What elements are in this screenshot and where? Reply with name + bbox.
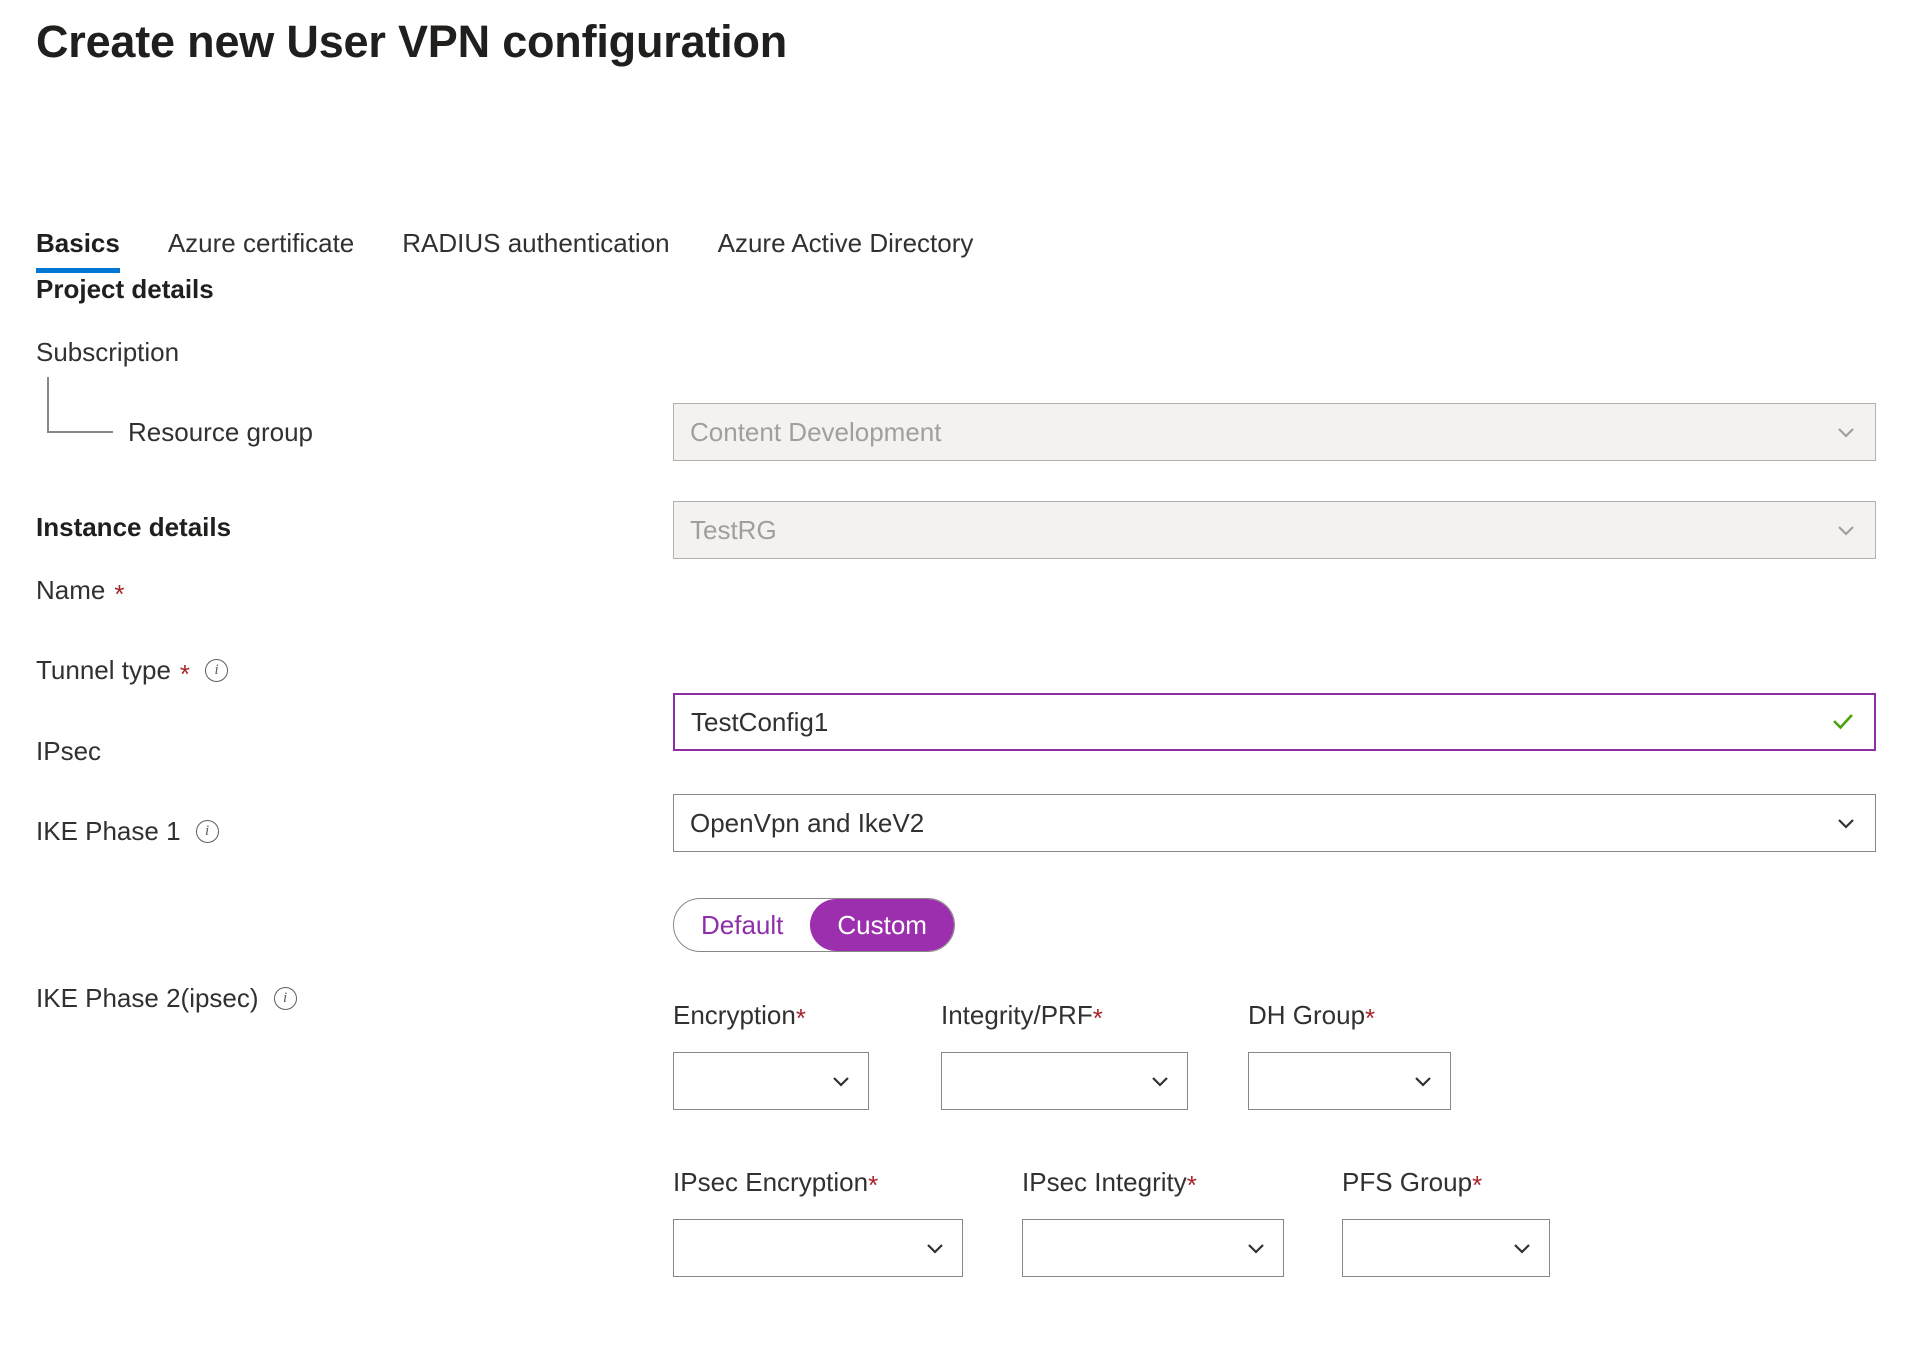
label-ike-phase-2: IKE Phase 2(ipsec) i [36, 983, 297, 1014]
label-integrity-prf: Integrity/PRF* [941, 1000, 1103, 1031]
subscription-label-text: Subscription [36, 337, 180, 367]
name-input[interactable]: TestConfig1 [673, 693, 1876, 751]
ipsec-integrity-label-text: IPsec Integrity [1022, 1167, 1187, 1197]
required-asterisk: * [114, 578, 125, 609]
label-tunnel-type: Tunnel type * i [36, 655, 229, 689]
required-asterisk: * [1472, 1170, 1483, 1200]
ipsec-label-text: IPsec [36, 736, 102, 766]
chevron-down-icon [1415, 1077, 1431, 1087]
label-ike-phase-1: IKE Phase 1 i [36, 816, 219, 847]
encryption-dropdown[interactable] [673, 1052, 869, 1110]
ipsec-toggle-custom[interactable]: Custom [810, 899, 954, 951]
required-asterisk: * [1092, 1003, 1103, 1033]
dh-group-dropdown[interactable] [1248, 1052, 1451, 1110]
chevron-down-icon [1838, 428, 1854, 438]
label-subscription: Subscription [36, 337, 179, 368]
resource-group-value: TestRG [690, 514, 777, 545]
section-heading-instance-details: Instance details [36, 512, 232, 542]
ike-phase-1-label-text: IKE Phase 1 [36, 816, 181, 846]
label-dh-group: DH Group* [1248, 1000, 1375, 1031]
chevron-down-icon [927, 1244, 943, 1254]
info-icon[interactable]: i [273, 987, 297, 1010]
ipsec-encryption-dropdown[interactable] [673, 1219, 963, 1277]
chevron-down-icon [1838, 819, 1854, 829]
tab-azure-active-directory[interactable]: Azure Active Directory [718, 228, 1004, 273]
checkmark-icon [1833, 714, 1853, 730]
tunnel-type-label-text: Tunnel type [36, 655, 171, 685]
create-user-vpn-configuration-page: Create new User VPN configuration Basics… [0, 0, 1929, 1354]
chevron-down-icon [833, 1077, 849, 1087]
name-value: TestConfig1 [691, 706, 829, 737]
required-asterisk: * [1365, 1003, 1376, 1033]
section-heading-project-details: Project details [36, 274, 214, 304]
chevron-down-icon [1838, 526, 1854, 536]
subscription-dropdown[interactable]: Content Development [673, 403, 1876, 461]
label-pfs-group: PFS Group* [1342, 1167, 1482, 1198]
required-asterisk: * [1186, 1170, 1197, 1200]
required-asterisk: * [179, 658, 191, 689]
name-label-text: Name [36, 575, 106, 605]
integrity-prf-label-text: Integrity/PRF [941, 1000, 1093, 1030]
label-resource-group: Resource group [128, 417, 313, 448]
label-name: Name * [36, 575, 125, 609]
tree-connector-line [47, 377, 113, 433]
label-ipsec-encryption: IPsec Encryption* [673, 1167, 878, 1198]
ipsec-encryption-label-text: IPsec Encryption [673, 1167, 869, 1197]
subscription-value: Content Development [690, 416, 942, 447]
tab-azure-certificate[interactable]: Azure certificate [168, 228, 384, 273]
ipsec-integrity-dropdown[interactable] [1022, 1219, 1284, 1277]
required-asterisk: * [868, 1170, 879, 1200]
tunnel-type-dropdown[interactable]: OpenVpn and IkeV2 [673, 794, 1876, 852]
tab-radius-authentication[interactable]: RADIUS authentication [402, 228, 699, 273]
info-icon[interactable]: i [205, 659, 229, 682]
chevron-down-icon [1514, 1244, 1530, 1254]
page-title: Create new User VPN configuration [36, 16, 788, 67]
dh-group-label-text: DH Group [1248, 1000, 1366, 1030]
tunnel-type-value: OpenVpn and IkeV2 [690, 807, 925, 838]
label-encryption: Encryption* [673, 1000, 806, 1031]
ipsec-toggle-group: Default Custom [673, 898, 955, 952]
tab-basics[interactable]: Basics [36, 228, 150, 273]
integrity-prf-dropdown[interactable] [941, 1052, 1188, 1110]
ipsec-toggle-default[interactable]: Default [674, 899, 810, 951]
label-ipsec-integrity: IPsec Integrity* [1022, 1167, 1197, 1198]
resource-group-dropdown[interactable]: TestRG [673, 501, 1876, 559]
resource-group-label-text: Resource group [128, 417, 313, 447]
ike-phase-2-label-text: IKE Phase 2(ipsec) [36, 983, 259, 1013]
chevron-down-icon [1152, 1077, 1168, 1087]
encryption-label-text: Encryption [673, 1000, 796, 1030]
pfs-group-label-text: PFS Group [1342, 1167, 1473, 1197]
chevron-down-icon [1248, 1244, 1264, 1254]
required-asterisk: * [795, 1003, 806, 1033]
label-ipsec: IPsec [36, 736, 101, 767]
tab-bar: Basics Azure certificate RADIUS authenti… [36, 228, 1021, 273]
pfs-group-dropdown[interactable] [1342, 1219, 1550, 1277]
info-icon[interactable]: i [195, 820, 219, 843]
